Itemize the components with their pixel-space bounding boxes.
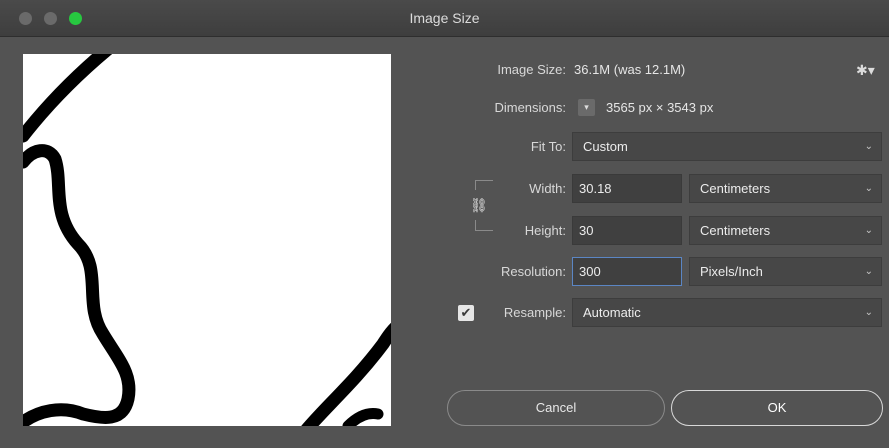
width-label: Width: — [529, 181, 566, 196]
width-unit-select[interactable]: Centimeters ⌄ — [689, 174, 882, 203]
chevron-down-icon: ▾ — [584, 102, 589, 112]
image-size-value: 36.1M (was 12.1M) — [574, 62, 686, 77]
height-unit-value: Centimeters — [700, 223, 771, 238]
window-title: Image Size — [409, 10, 480, 26]
resample-label: Resample: — [503, 305, 566, 320]
resolution-unit-value: Pixels/Inch — [700, 264, 763, 279]
resolution-label: Resolution: — [500, 264, 566, 279]
chevron-down-icon: ⌄ — [864, 141, 873, 152]
height-unit-select[interactable]: Centimeters ⌄ — [689, 216, 882, 245]
dimensions-label: Dimensions: — [494, 100, 566, 115]
image-size-dialog: Image Size Image Size: 36.1M (was 12.1M)… — [0, 0, 889, 448]
title-bar: Image Size — [0, 0, 889, 37]
resample-checkbox[interactable]: ✔ — [458, 305, 474, 321]
fit-to-value: Custom — [583, 139, 628, 154]
width-unit-value: Centimeters — [700, 181, 771, 196]
resample-value: Automatic — [583, 305, 641, 320]
image-preview[interactable] — [23, 54, 391, 426]
ok-button[interactable]: OK — [671, 390, 883, 426]
gear-icon[interactable]: ✱▾ — [856, 62, 875, 79]
preview-artwork — [23, 54, 391, 426]
resolution-unit-select[interactable]: Pixels/Inch ⌄ — [689, 257, 882, 286]
checkmark-icon: ✔ — [460, 305, 472, 320]
resolution-input[interactable]: 300 — [572, 257, 682, 286]
width-input[interactable]: 30.18 — [572, 174, 682, 203]
cancel-button[interactable]: Cancel — [447, 390, 665, 426]
height-label: Height: — [524, 223, 566, 238]
dimensions-units-dropdown[interactable]: ▾ — [578, 99, 595, 116]
resample-select[interactable]: Automatic ⌄ — [572, 298, 882, 327]
chevron-down-icon: ⌄ — [864, 183, 873, 194]
chevron-down-icon: ⌄ — [864, 307, 873, 318]
chevron-down-icon: ⌄ — [864, 266, 873, 277]
fit-to-select[interactable]: Custom ⌄ — [572, 132, 882, 161]
height-input[interactable]: 30 — [572, 216, 682, 245]
fit-to-label: Fit To: — [530, 139, 566, 154]
link-icon[interactable]: ⛓ — [470, 197, 488, 214]
chevron-down-icon: ⌄ — [864, 225, 873, 236]
image-size-label: Image Size: — [497, 62, 566, 77]
dimensions-value: 3565 px × 3543 px — [606, 100, 714, 115]
